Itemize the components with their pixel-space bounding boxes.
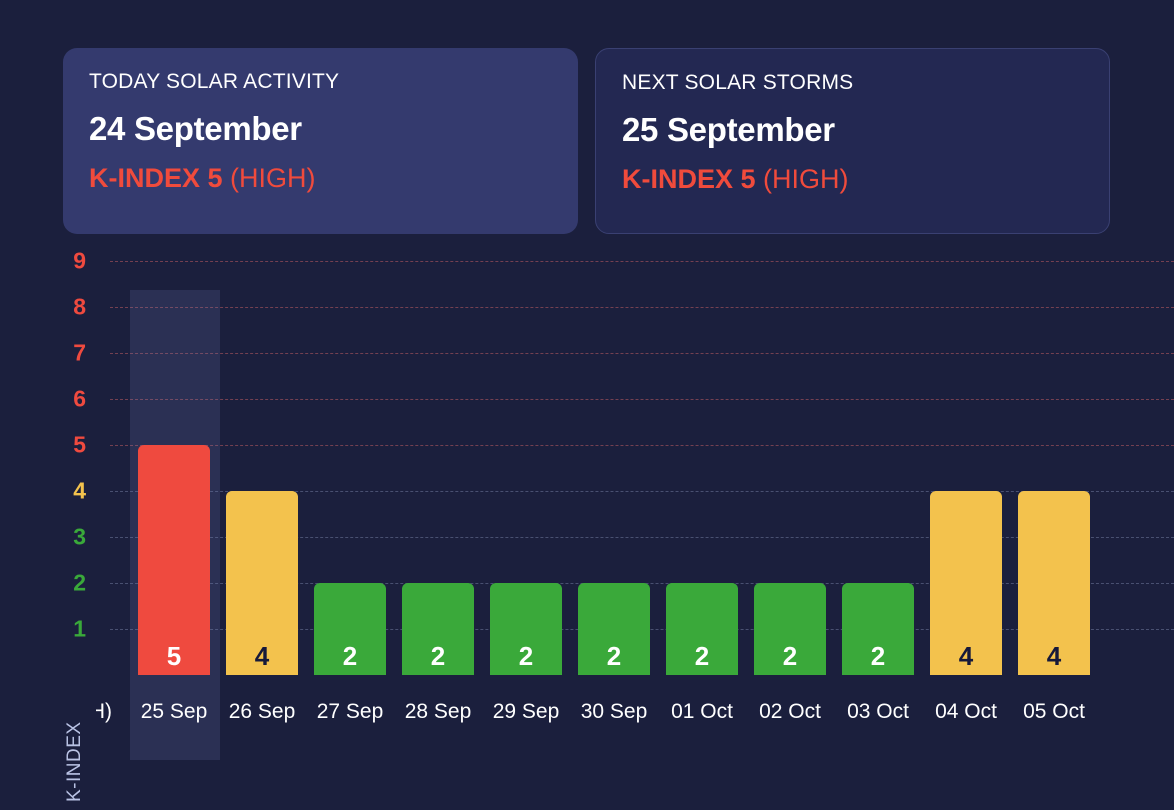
bar-value-label: 4 bbox=[958, 641, 974, 671]
summary-cards: TODAY SOLAR ACTIVITY 24 September K-INDE… bbox=[63, 48, 1110, 234]
bar-03-oct[interactable]: 2 bbox=[842, 583, 914, 675]
bar-slot: 5 bbox=[130, 280, 218, 675]
bar-slot: 2 bbox=[306, 280, 394, 675]
bar-28-sep[interactable]: 2 bbox=[402, 583, 474, 675]
x-axis-label-02-oct: 02 Oct bbox=[759, 700, 821, 723]
x-axis-label-03-oct: 03 Oct bbox=[847, 700, 909, 723]
y-axis-tick-4: 4 bbox=[73, 477, 86, 504]
bar-value-label: 2 bbox=[782, 641, 798, 671]
bar-value-label: 2 bbox=[342, 641, 358, 671]
bar-slot: 2 bbox=[570, 280, 658, 675]
y-axis-title: K-INDEX bbox=[44, 698, 85, 808]
card-today-kindex-level: (HIGH) bbox=[222, 163, 316, 194]
y-axis-title-text: K-INDEX bbox=[64, 721, 85, 802]
y-axis-tick-7: 7 bbox=[73, 339, 86, 366]
card-next-kindex-value: K-INDEX 5 bbox=[622, 164, 756, 195]
bar-slot: 4 bbox=[1010, 280, 1098, 675]
x-axis-label-25-sep: 25 Sep bbox=[140, 700, 208, 723]
bar-01-oct[interactable]: 2 bbox=[666, 583, 738, 675]
y-axis-tick-9: 9 bbox=[73, 247, 86, 274]
plot-area: 5 4 2 2 2 2 2 2 2 4 4 bbox=[110, 261, 1174, 760]
bar-04-oct[interactable]: 4 bbox=[930, 491, 1002, 675]
card-today-label: TODAY SOLAR ACTIVITY bbox=[89, 70, 340, 93]
card-next-label: NEXT SOLAR STORMS bbox=[622, 71, 854, 94]
y-axis-tick-5: 5 bbox=[73, 431, 86, 458]
y-axis-tick-8: 8 bbox=[73, 293, 86, 320]
x-axis-label-27-sep: 27 Sep bbox=[316, 700, 384, 723]
bar-value-label: 2 bbox=[870, 641, 886, 671]
bar-value-label: 4 bbox=[1046, 641, 1062, 671]
bar-value-label: 5 bbox=[166, 641, 182, 671]
bar-series: 5 4 2 2 2 2 2 2 2 4 4 bbox=[110, 280, 1174, 675]
x-axis-label-05-oct: 05 Oct bbox=[1023, 700, 1085, 723]
bar-slot: 2 bbox=[658, 280, 746, 675]
bar-30-sep[interactable]: 2 bbox=[578, 583, 650, 675]
y-axis-tick-2: 2 bbox=[73, 569, 86, 596]
y-axis: 9 8 7 6 5 4 3 2 1 bbox=[56, 249, 86, 680]
bar-slot: 4 bbox=[922, 280, 1010, 675]
bar-slot: 2 bbox=[482, 280, 570, 675]
card-next-kindex: K-INDEX 5 (HIGH) bbox=[622, 165, 1083, 195]
x-axis-label-30-sep: 30 Sep bbox=[580, 700, 648, 723]
card-next-solar-storms[interactable]: NEXT SOLAR STORMS 25 September K-INDEX 5… bbox=[595, 48, 1110, 234]
bar-slot: 2 bbox=[746, 280, 834, 675]
bar-29-sep[interactable]: 2 bbox=[490, 583, 562, 675]
card-next-date: 25 September bbox=[622, 111, 835, 149]
card-today-kindex: K-INDEX 5 (HIGH) bbox=[89, 164, 552, 194]
card-today-solar-activity[interactable]: TODAY SOLAR ACTIVITY 24 September K-INDE… bbox=[63, 48, 578, 234]
bar-slot: 2 bbox=[394, 280, 482, 675]
x-axis-label-26-sep: 26 Sep bbox=[228, 700, 296, 723]
bar-value-label: 2 bbox=[518, 641, 534, 671]
bar-value-label: 4 bbox=[254, 641, 270, 671]
bar-05-oct[interactable]: 4 bbox=[1018, 491, 1090, 675]
card-today-date: 24 September bbox=[89, 110, 302, 148]
card-next-kindex-level: (HIGH) bbox=[755, 164, 849, 195]
x-axis-labels: 25 Sep 26 Sep 27 Sep 28 Sep 29 Sep 30 Sep 01 O… bbox=[110, 700, 1174, 734]
gridline-9 bbox=[110, 261, 1174, 262]
y-axis-tick-6: 6 bbox=[73, 385, 86, 412]
x-axis-label-01-oct: 01 Oct bbox=[671, 700, 733, 723]
k-index-forecast-chart: 987654321 54222222244 (HIGH) 25 Sep26 Se… bbox=[0, 249, 1174, 810]
bar-value-label: 2 bbox=[694, 641, 710, 671]
bar-27-sep[interactable]: 2 bbox=[314, 583, 386, 675]
bar-26-sep[interactable]: 4 bbox=[226, 491, 298, 675]
y-axis-tick-1: 1 bbox=[73, 615, 86, 642]
card-today-kindex-value: K-INDEX 5 bbox=[89, 163, 223, 194]
bar-02-oct[interactable]: 2 bbox=[754, 583, 826, 675]
x-axis-label-04-oct: 04 Oct bbox=[935, 700, 997, 723]
bar-value-label: 2 bbox=[430, 641, 446, 671]
bar-slot: 2 bbox=[834, 280, 922, 675]
y-axis-tick-3: 3 bbox=[73, 523, 86, 550]
bar-25-sep[interactable]: 5 bbox=[138, 445, 210, 675]
bar-value-label: 2 bbox=[606, 641, 622, 671]
x-axis-label-29-sep: 29 Sep bbox=[492, 700, 560, 723]
x-axis-label-28-sep: 28 Sep bbox=[404, 700, 472, 723]
bar-slot: 4 bbox=[218, 280, 306, 675]
